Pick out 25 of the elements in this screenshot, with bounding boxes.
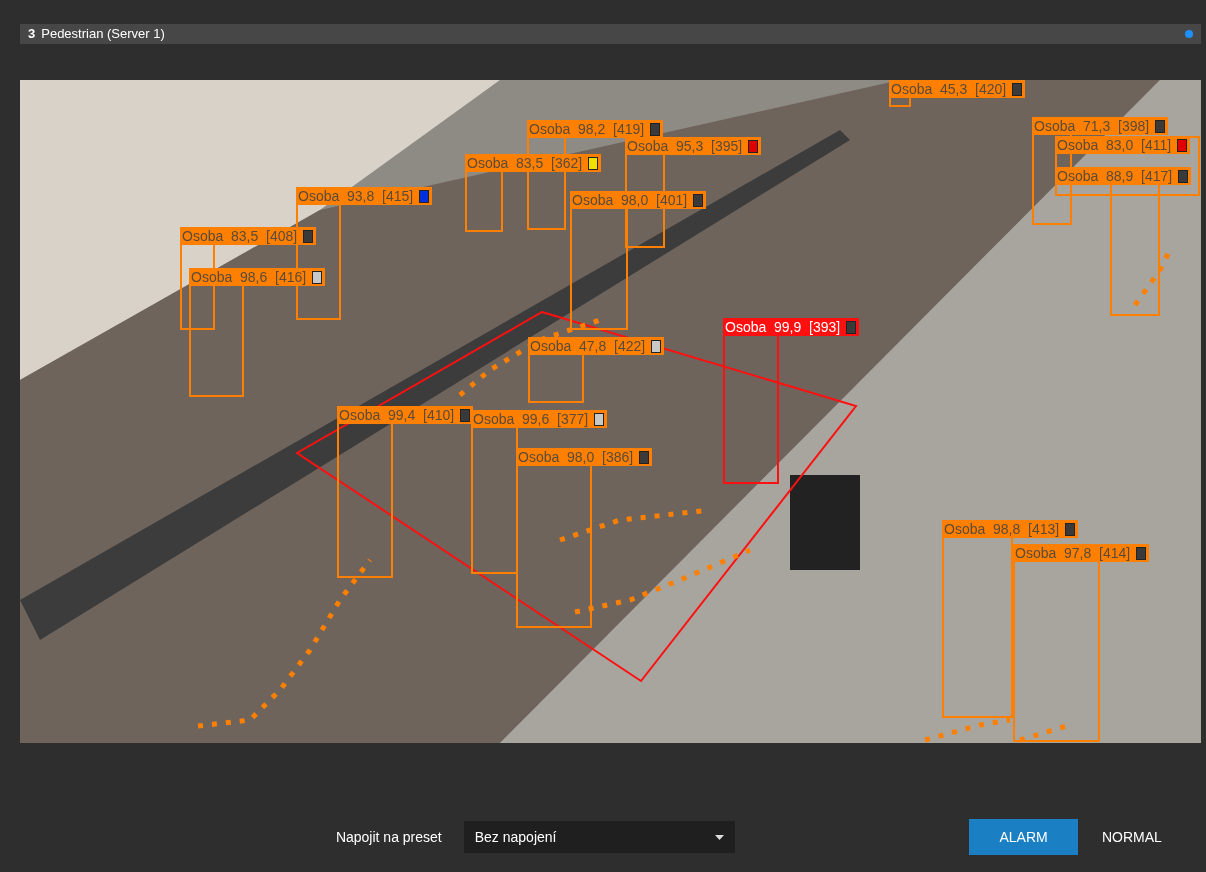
- label-text: Osoba 99,4 [410]: [339, 408, 455, 422]
- label-text: Osoba 47,8 [422]: [530, 339, 646, 353]
- preset-label: Napojit na preset: [335, 827, 442, 847]
- label-text: Osoba 95,3 [395]: [627, 139, 743, 153]
- label-text: Osoba 98,8 [413]: [944, 522, 1060, 536]
- label-text: Osoba 98,6 [416]: [191, 270, 307, 284]
- label-text: Osoba 99,9 [393]: [725, 320, 841, 334]
- label-text: Osoba 88,9 [417]: [1057, 169, 1173, 183]
- label-text: Osoba 71,3 [398]: [1034, 119, 1150, 133]
- label-text: Osoba 83,5 [362]: [467, 156, 583, 170]
- label-text: Osoba 99,6 [377]: [473, 412, 589, 426]
- label-text: Osoba 97,8 [414]: [1015, 546, 1131, 560]
- label-text: Osoba 83,5 [408]: [182, 229, 298, 243]
- label-text: Osoba 45,3 [420]: [891, 82, 1007, 96]
- label-text: Osoba 93,8 [415]: [298, 189, 414, 203]
- label-text: Osoba 98,2 [419]: [529, 122, 645, 136]
- mode-button[interactable]: NORMAL: [1077, 819, 1186, 855]
- mode-button[interactable]: ALARM: [969, 819, 1078, 855]
- label-text: Osoba 98,0 [386]: [518, 450, 634, 464]
- label-text: Osoba 83,0 [411]: [1057, 138, 1172, 152]
- camera-number: 3: [28, 25, 36, 44]
- window-title: Pedestrian (Server 1): [41, 25, 165, 44]
- caret-icon: [715, 834, 725, 840]
- preset-dropdown[interactable]: Bez napojení: [463, 821, 736, 853]
- label-text: Osoba 98,0 [401]: [572, 193, 688, 207]
